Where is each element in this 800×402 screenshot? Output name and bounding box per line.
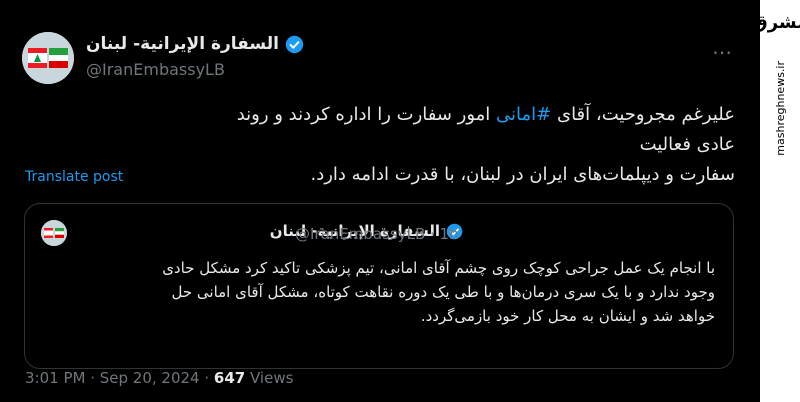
author-handle[interactable]: @IranEmbassyLB [86, 60, 225, 79]
post-meta: 3:01 PM · Sep 20, 2024 · 647 Views [25, 369, 293, 387]
views-label: Views [245, 369, 294, 387]
hashtag-link[interactable]: #امانی [496, 104, 551, 125]
post-text: علیرغم مجروحیت، آقای #امانی امور سفارت ر… [230, 100, 735, 190]
verified-badge-icon [285, 35, 304, 53]
post-time[interactable]: 3:01 PM [25, 369, 85, 387]
avatar[interactable] [22, 32, 74, 84]
quoted-post[interactable]: السفارة الإيرانية- لبنان @IranEmbassyLB … [24, 203, 734, 369]
meta-separator: · [199, 369, 214, 387]
translate-post-link[interactable]: Translate post [25, 169, 123, 185]
quoted-handle-time[interactable]: @IranEmbassyLB · 1h [295, 225, 459, 243]
author-name[interactable]: السفارة الإيرانية- لبنان [86, 34, 279, 54]
views-count: 647 [213, 369, 246, 387]
quoted-line-2: وجود ندارد و با یک سری درمان‌ها و با طی … [171, 283, 716, 301]
watermark: مشرق mashreghnews.ir [752, 0, 800, 402]
post-line-1: علیرغم مجروحیت، آقای #امانی امور سفارت ر… [230, 100, 735, 160]
author-name-row[interactable]: السفارة الإيرانية- لبنان [86, 34, 304, 54]
watermark-logo: مشرق [751, 12, 800, 33]
post-text-part: علیرغم مجروحیت، آقای [551, 104, 735, 125]
quoted-line-1: با انجام یک عمل جراحی کوچک روی چشم آقای … [162, 259, 715, 277]
watermark-url: mashreghnews.ir [773, 61, 787, 156]
post-date[interactable]: Sep 20, 2024 [100, 369, 200, 387]
post-line-2: سفارت و دیپلمات‌های ایران در لبنان، با ق… [310, 164, 736, 185]
more-options-icon[interactable]: ⋯ [712, 40, 733, 64]
quoted-avatar[interactable] [41, 220, 67, 246]
quoted-line-3: خواهد شد و ایشان به محل کار خود بازمی‌گر… [420, 307, 715, 325]
quoted-text: با انجام یک عمل جراحی کوچک روی چشم آقای … [45, 256, 715, 328]
meta-separator: · [85, 369, 100, 387]
